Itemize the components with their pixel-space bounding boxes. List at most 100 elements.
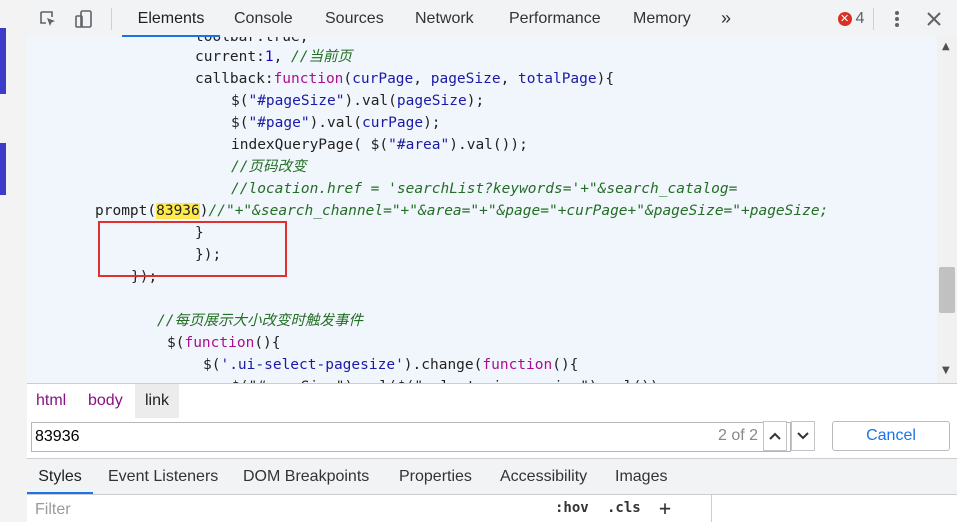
code-token: "#area" bbox=[388, 137, 450, 153]
cancel-button[interactable]: Cancel bbox=[832, 421, 950, 451]
code-token: //location.href = 'searchList?keywords='… bbox=[231, 181, 738, 197]
code-token: indexQueryPage( $( bbox=[231, 137, 389, 153]
scrollbar-thumb[interactable] bbox=[939, 267, 955, 313]
code-token: '.ui-select-pagesize' bbox=[220, 357, 404, 373]
error-count: 4 bbox=[855, 9, 865, 27]
code-token: ); bbox=[466, 93, 485, 109]
search-previous-button[interactable] bbox=[763, 421, 787, 451]
code-token: function bbox=[482, 357, 553, 373]
code-token: ){ bbox=[596, 71, 615, 87]
code-line: $('.ui-select-pagesize').change(function… bbox=[203, 355, 578, 375]
code-token: $( bbox=[167, 335, 185, 351]
tab-event-listeners[interactable]: Event Listeners bbox=[108, 459, 218, 494]
code-token: (){ bbox=[552, 357, 579, 373]
page-edge-strip bbox=[0, 0, 28, 522]
page-edge-accent bbox=[0, 28, 6, 94]
code-token: , bbox=[273, 49, 292, 65]
code-token: //"+"&search_channel="+"&area="+"&page="… bbox=[208, 203, 829, 219]
code-line: $(function(){ bbox=[167, 333, 281, 353]
code-line: //每页展示大小改变时触发事件 bbox=[157, 311, 363, 331]
toolbar-divider bbox=[111, 8, 112, 30]
code-line: current:1, //当前页 bbox=[195, 47, 352, 67]
device-toolbar-icon[interactable] bbox=[69, 0, 99, 37]
code-line: indexQueryPage( $("#area").val()); bbox=[231, 135, 528, 155]
tab-sources[interactable]: Sources bbox=[325, 0, 384, 37]
code-token: ); bbox=[423, 115, 441, 131]
code-token: curPage bbox=[361, 115, 424, 131]
pane-divider bbox=[711, 495, 712, 522]
code-token: $( bbox=[203, 357, 221, 373]
tab-properties[interactable]: Properties bbox=[399, 459, 472, 494]
kebab-menu-icon[interactable] bbox=[884, 0, 910, 37]
code-token: , bbox=[413, 71, 431, 87]
code-token: curPage bbox=[352, 71, 414, 87]
tab-performance[interactable]: Performance bbox=[509, 0, 601, 37]
code-token: ) bbox=[199, 203, 209, 219]
code-token: current: bbox=[195, 49, 265, 65]
code-token: $( bbox=[231, 93, 249, 109]
tab-styles[interactable]: Styles bbox=[27, 459, 93, 494]
code-token: "#pageSize" bbox=[248, 93, 345, 109]
error-icon: ✕ bbox=[837, 11, 852, 26]
code-line: //location.href = 'searchList?keywords='… bbox=[231, 179, 737, 199]
code-token: function bbox=[184, 335, 255, 351]
code-line: callback:function(curPage, pageSize, tot… bbox=[195, 69, 614, 89]
code-token: $( bbox=[231, 115, 249, 131]
tab-console[interactable]: Console bbox=[234, 0, 293, 37]
scroll-up-arrow-icon[interactable]: ▲ bbox=[942, 41, 950, 52]
code-token: ( bbox=[343, 71, 353, 87]
code-token: ).val( bbox=[344, 93, 397, 109]
tab-elements[interactable]: Elements bbox=[122, 0, 220, 38]
search-input[interactable] bbox=[35, 426, 635, 448]
search-next-button[interactable] bbox=[791, 421, 815, 451]
inspect-element-icon[interactable] bbox=[33, 0, 63, 37]
filter-input[interactable]: Filter bbox=[35, 501, 71, 519]
tab-memory[interactable]: Memory bbox=[633, 0, 691, 37]
breadcrumb-html[interactable]: html bbox=[36, 384, 66, 418]
search-match-count: 2 of 2 bbox=[718, 427, 759, 444]
chevron-down-icon bbox=[797, 432, 809, 440]
breadcrumb-link[interactable]: link bbox=[135, 384, 179, 418]
styles-filter-bar: Filter :hov .cls + bbox=[27, 495, 957, 522]
code-token: //当前页 bbox=[291, 49, 353, 65]
code-token: 1 bbox=[264, 49, 274, 65]
code-token: "#page" bbox=[248, 115, 310, 131]
code-line: prompt(83936)//"+"&search_channel="+"&ar… bbox=[95, 201, 828, 221]
search-input-box: 2 of 2 bbox=[31, 422, 791, 452]
code-token: , bbox=[500, 71, 519, 87]
code-token: function bbox=[273, 71, 344, 87]
toolbar-divider bbox=[873, 8, 874, 30]
class-toggle[interactable]: .cls bbox=[607, 500, 641, 516]
code-line: $("#page").val(curPage); bbox=[231, 113, 441, 133]
code-token: ).val( bbox=[309, 115, 362, 131]
code-token: //每页展示大小改变时触发事件 bbox=[157, 313, 363, 329]
error-counter[interactable]: ✕ 4 bbox=[831, 0, 871, 37]
tab-dom-breakpoints[interactable]: DOM Breakpoints bbox=[243, 459, 369, 494]
code-line: toolbar:true, bbox=[195, 37, 309, 45]
code-token: //页码改变 bbox=[231, 159, 307, 175]
source-code-view[interactable]: toolbar:true, current:1, //当前页 callback:fu… bbox=[27, 37, 937, 383]
code-line: $("#pageSize").val(pageSize); bbox=[231, 91, 484, 111]
tab-images[interactable]: Images bbox=[615, 459, 667, 494]
devtools-toolbar: Elements Console Sources Network Perform… bbox=[27, 0, 957, 38]
tab-network[interactable]: Network bbox=[415, 0, 474, 37]
page-edge-accent bbox=[0, 143, 6, 195]
tab-accessibility[interactable]: Accessibility bbox=[500, 459, 587, 494]
code-token: pageSize bbox=[396, 93, 467, 109]
close-icon[interactable] bbox=[921, 0, 947, 37]
code-token: ).change( bbox=[403, 357, 483, 373]
code-scrollbar[interactable]: ▲ ▼ bbox=[937, 37, 957, 383]
hover-state-toggle[interactable]: :hov bbox=[555, 500, 589, 516]
code-token: totalPage bbox=[518, 71, 597, 87]
breadcrumb-body[interactable]: body bbox=[88, 384, 123, 418]
search-match-highlight: 83936 bbox=[156, 203, 200, 219]
search-bar: 2 of 2 Cancel bbox=[27, 418, 957, 459]
code-token: (){ bbox=[254, 335, 281, 351]
highlight-annotation-box bbox=[98, 221, 287, 277]
breadcrumb: html body link bbox=[27, 383, 957, 419]
more-tabs-button[interactable]: » bbox=[721, 0, 731, 37]
code-line: //页码改变 bbox=[231, 157, 306, 177]
chevron-up-icon bbox=[769, 432, 781, 440]
add-style-rule-button[interactable]: + bbox=[659, 496, 671, 520]
scroll-down-arrow-icon[interactable]: ▼ bbox=[942, 365, 950, 376]
